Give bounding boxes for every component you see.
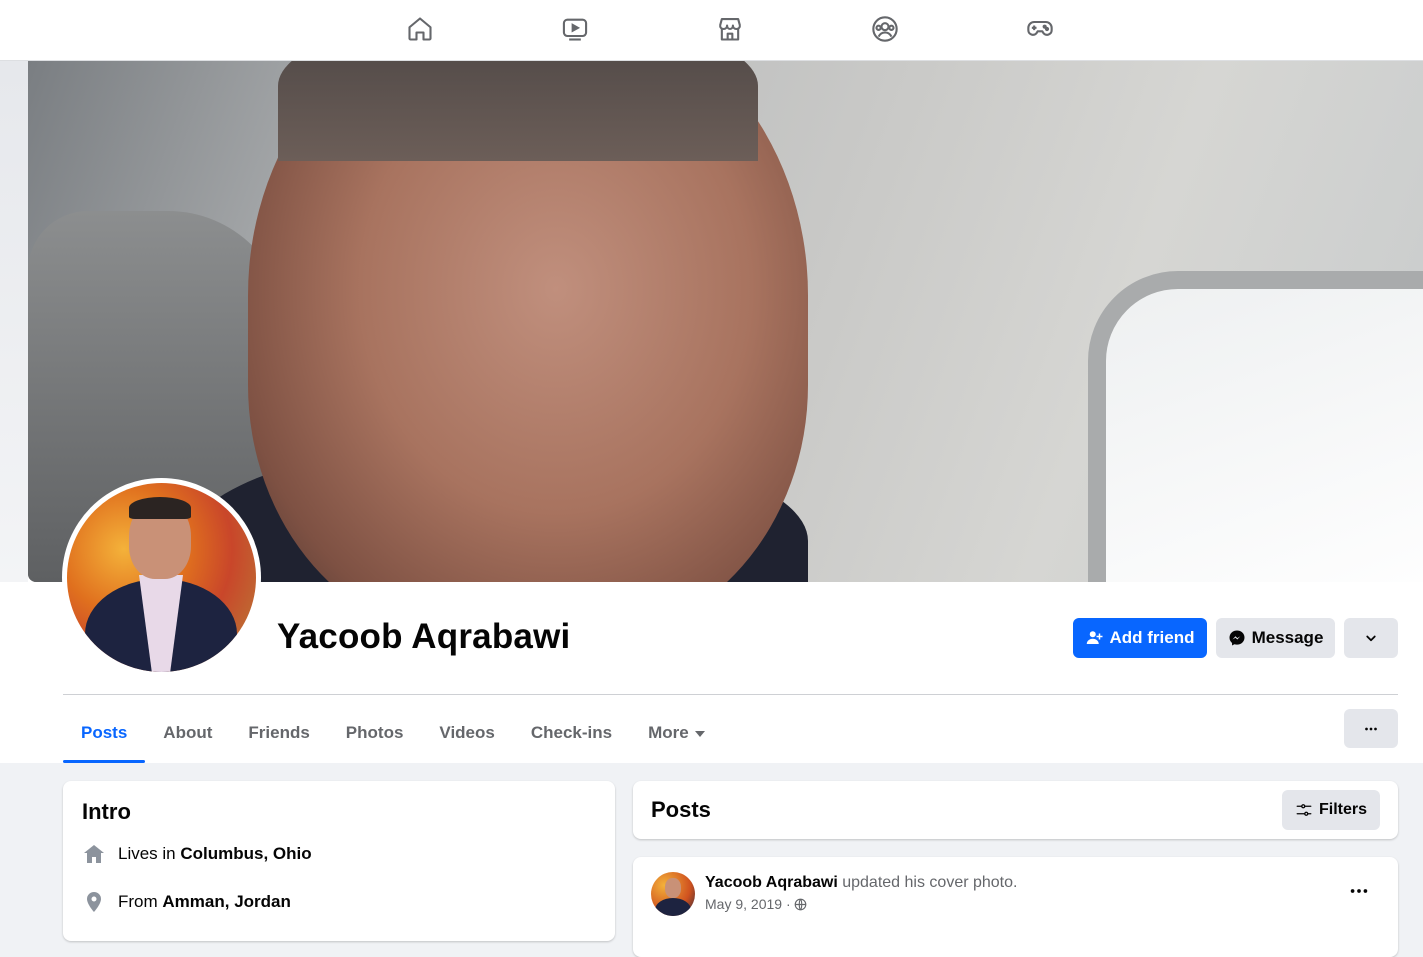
lives-in-link[interactable]: Columbus, Ohio: [180, 844, 311, 863]
tab-videos[interactable]: Videos: [421, 703, 512, 763]
messenger-icon: [1229, 630, 1245, 646]
intro-from: From Amman, Jordan: [82, 890, 291, 914]
more-options-button[interactable]: [1344, 618, 1398, 658]
intro-card: Intro Lives in Columbus, Ohio From Amman…: [63, 781, 615, 941]
tab-photos[interactable]: Photos: [328, 703, 422, 763]
globe-icon: [794, 898, 806, 910]
add-person-icon: [1086, 631, 1102, 644]
tab-check-ins[interactable]: Check-ins: [513, 703, 630, 763]
tab-posts[interactable]: Posts: [63, 703, 146, 763]
gaming-icon[interactable]: [1025, 14, 1055, 44]
header-side-fade: [0, 61, 28, 582]
add-friend-button[interactable]: Add friend: [1073, 618, 1207, 658]
post-author-avatar[interactable]: [651, 872, 695, 916]
message-label: Message: [1251, 628, 1324, 647]
tab-about[interactable]: About: [145, 703, 230, 763]
filters-button[interactable]: Filters: [1282, 790, 1380, 830]
tab-more[interactable]: More: [630, 703, 723, 763]
post-headline: Yacoob Aqrabawi updated his cover photo.: [705, 874, 1017, 892]
caret-down-icon: [694, 731, 705, 737]
post-card: Yacoob Aqrabawi updated his cover photo.…: [633, 857, 1398, 957]
marketplace-icon[interactable]: [715, 14, 745, 44]
message-button[interactable]: Message: [1216, 618, 1335, 658]
home-icon[interactable]: [405, 14, 435, 44]
top-navigation: [0, 0, 1423, 61]
more-horizontal-icon: [1365, 727, 1377, 730]
header-divider: [63, 694, 1398, 695]
add-friend-label: Add friend: [1109, 628, 1195, 647]
location-pin-icon: [87, 892, 101, 912]
from-link[interactable]: Amman, Jordan: [162, 892, 290, 911]
house-icon: [84, 845, 104, 863]
filters-label: Filters: [1318, 801, 1367, 818]
post-date[interactable]: May 9, 2019 ·: [705, 896, 791, 912]
profile-menu-button[interactable]: [1344, 709, 1398, 748]
post-action-text: updated his cover photo.: [842, 874, 1018, 891]
filter-sliders-icon: [1296, 804, 1312, 816]
cover-photo[interactable]: [28, 61, 1423, 582]
post-meta: May 9, 2019 ·: [705, 896, 807, 912]
more-horizontal-icon: [1350, 889, 1368, 893]
chevron-down-icon: [1366, 635, 1376, 642]
profile-tabs: Posts About Friends Photos Videos Check-…: [63, 703, 723, 763]
avatar: [67, 483, 256, 672]
profile-name: Yacoob Aqrabawi: [277, 617, 571, 656]
groups-icon[interactable]: [870, 14, 900, 44]
profile-picture[interactable]: [62, 478, 261, 677]
posts-header-card: Posts Filters: [633, 781, 1398, 839]
post-author-link[interactable]: Yacoob Aqrabawi: [705, 874, 838, 891]
post-options-button[interactable]: [1341, 873, 1377, 909]
posts-title: Posts: [651, 797, 711, 822]
intro-lives-in: Lives in Columbus, Ohio: [82, 842, 312, 866]
intro-title: Intro: [82, 799, 131, 824]
video-icon[interactable]: [560, 14, 590, 44]
tab-friends[interactable]: Friends: [230, 703, 327, 763]
profile-header: Yacoob Aqrabawi Add friend Message Posts…: [0, 61, 1423, 763]
